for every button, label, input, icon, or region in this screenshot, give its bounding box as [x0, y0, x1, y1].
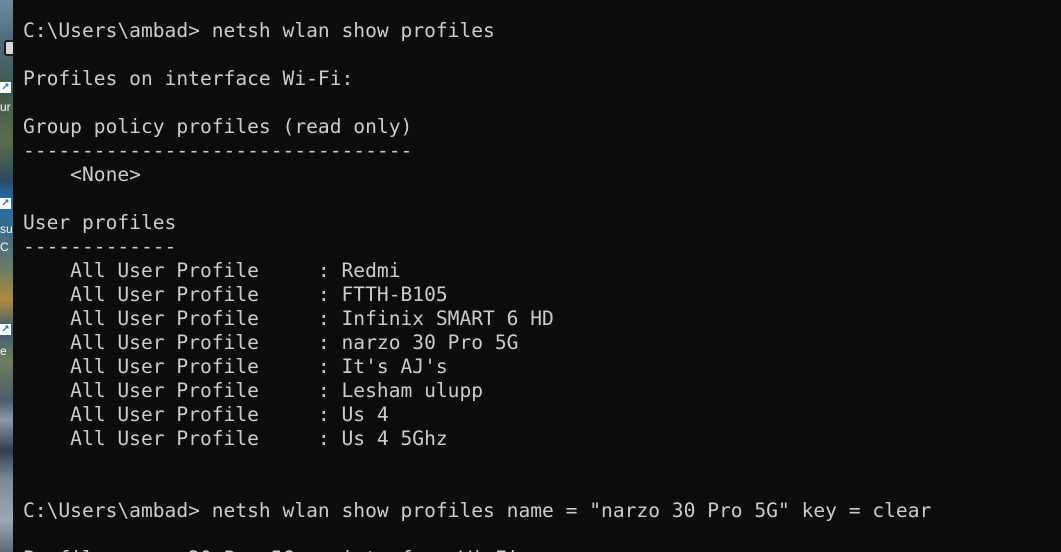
terminal-line: All User Profile : It's AJ's [23, 355, 448, 378]
terminal-line: All User Profile : Redmi [23, 259, 401, 282]
shortcut-arrow-icon: ↗ [0, 198, 11, 209]
desktop-background: ↗ ur ↗ sua C ↗ e [0, 0, 13, 552]
terminal-line: Profile narzo 30 Pro 5G on interface Wi-… [23, 547, 931, 552]
terminal-window[interactable]: C:\Users\ambad> netsh wlan show profiles… [13, 0, 1061, 552]
desktop-icon-label[interactable]: e [0, 344, 7, 358]
desktop-app-icon[interactable] [4, 40, 13, 56]
terminal-line: User profiles [23, 211, 177, 234]
desktop-icon-label[interactable]: sua [0, 222, 13, 236]
terminal-line: Group policy profiles (read only) [23, 115, 413, 138]
terminal-line: C:\Users\ambad> netsh wlan show profiles [23, 19, 495, 42]
terminal-output[interactable]: C:\Users\ambad> netsh wlan show profiles… [23, 19, 931, 552]
shortcut-arrow-icon: ↗ [0, 82, 11, 93]
desktop-icon-label[interactable]: ur [0, 100, 11, 114]
desktop-icon-label[interactable]: C [0, 240, 9, 254]
screen: ↗ ur ↗ sua C ↗ e C:\Users\ambad> netsh w… [0, 0, 1061, 552]
terminal-line: All User Profile : Infinix SMART 6 HD [23, 307, 554, 330]
terminal-line: Profiles on interface Wi-Fi: [23, 67, 354, 90]
terminal-line: --------------------------------- [23, 139, 413, 162]
terminal-line: All User Profile : Lesham ulupp [23, 379, 484, 402]
terminal-line: All User Profile : Us 4 5Ghz [23, 427, 448, 450]
terminal-line: All User Profile : Us 4 [23, 403, 389, 426]
terminal-line: C:\Users\ambad> netsh wlan show profiles… [23, 499, 932, 522]
terminal-line: All User Profile : narzo 30 Pro 5G [23, 331, 519, 354]
terminal-line: All User Profile : FTTH-B105 [23, 283, 448, 306]
terminal-line: ------------- [23, 235, 177, 258]
shortcut-arrow-icon: ↗ [0, 324, 11, 335]
terminal-line: <None> [23, 163, 141, 186]
